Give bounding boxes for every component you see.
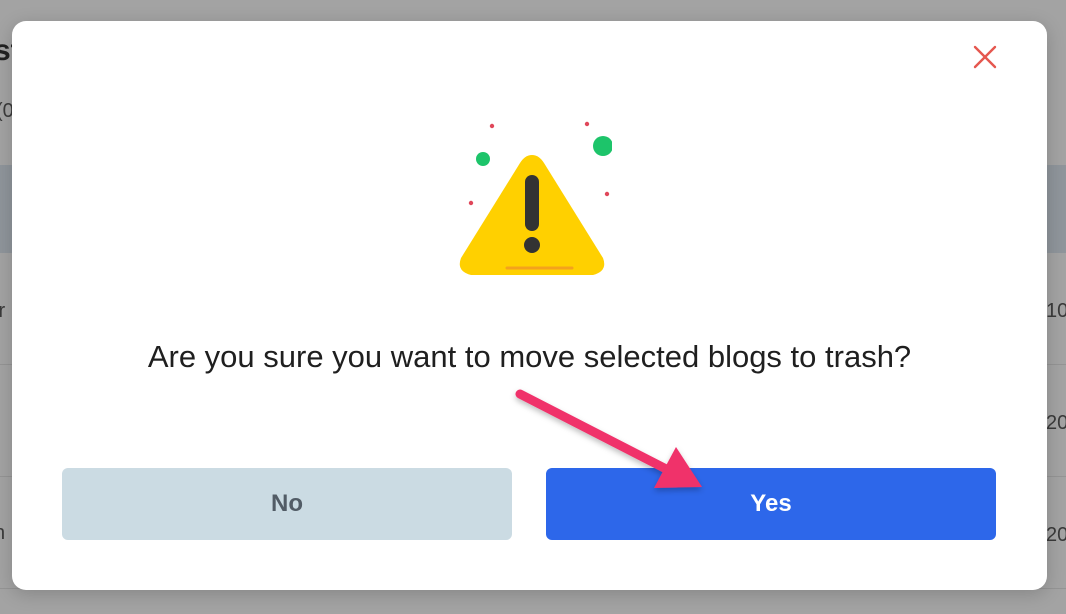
background-text: 20 (1046, 412, 1066, 434)
background-text: 10 (1046, 300, 1066, 322)
background-text: ir (0, 300, 6, 322)
confirm-message: Are you sure you want to move selected b… (147, 339, 912, 374)
close-icon (973, 45, 997, 69)
warning-triangle-icon (459, 121, 612, 275)
confirm-dialog: Are you sure you want to move selected b… (12, 21, 1047, 590)
no-button[interactable]: No (62, 468, 512, 540)
background-text: 20 (1046, 524, 1066, 546)
background-text: h (0, 522, 5, 545)
close-button[interactable] (970, 42, 1000, 72)
yes-button[interactable]: Yes (546, 468, 996, 540)
